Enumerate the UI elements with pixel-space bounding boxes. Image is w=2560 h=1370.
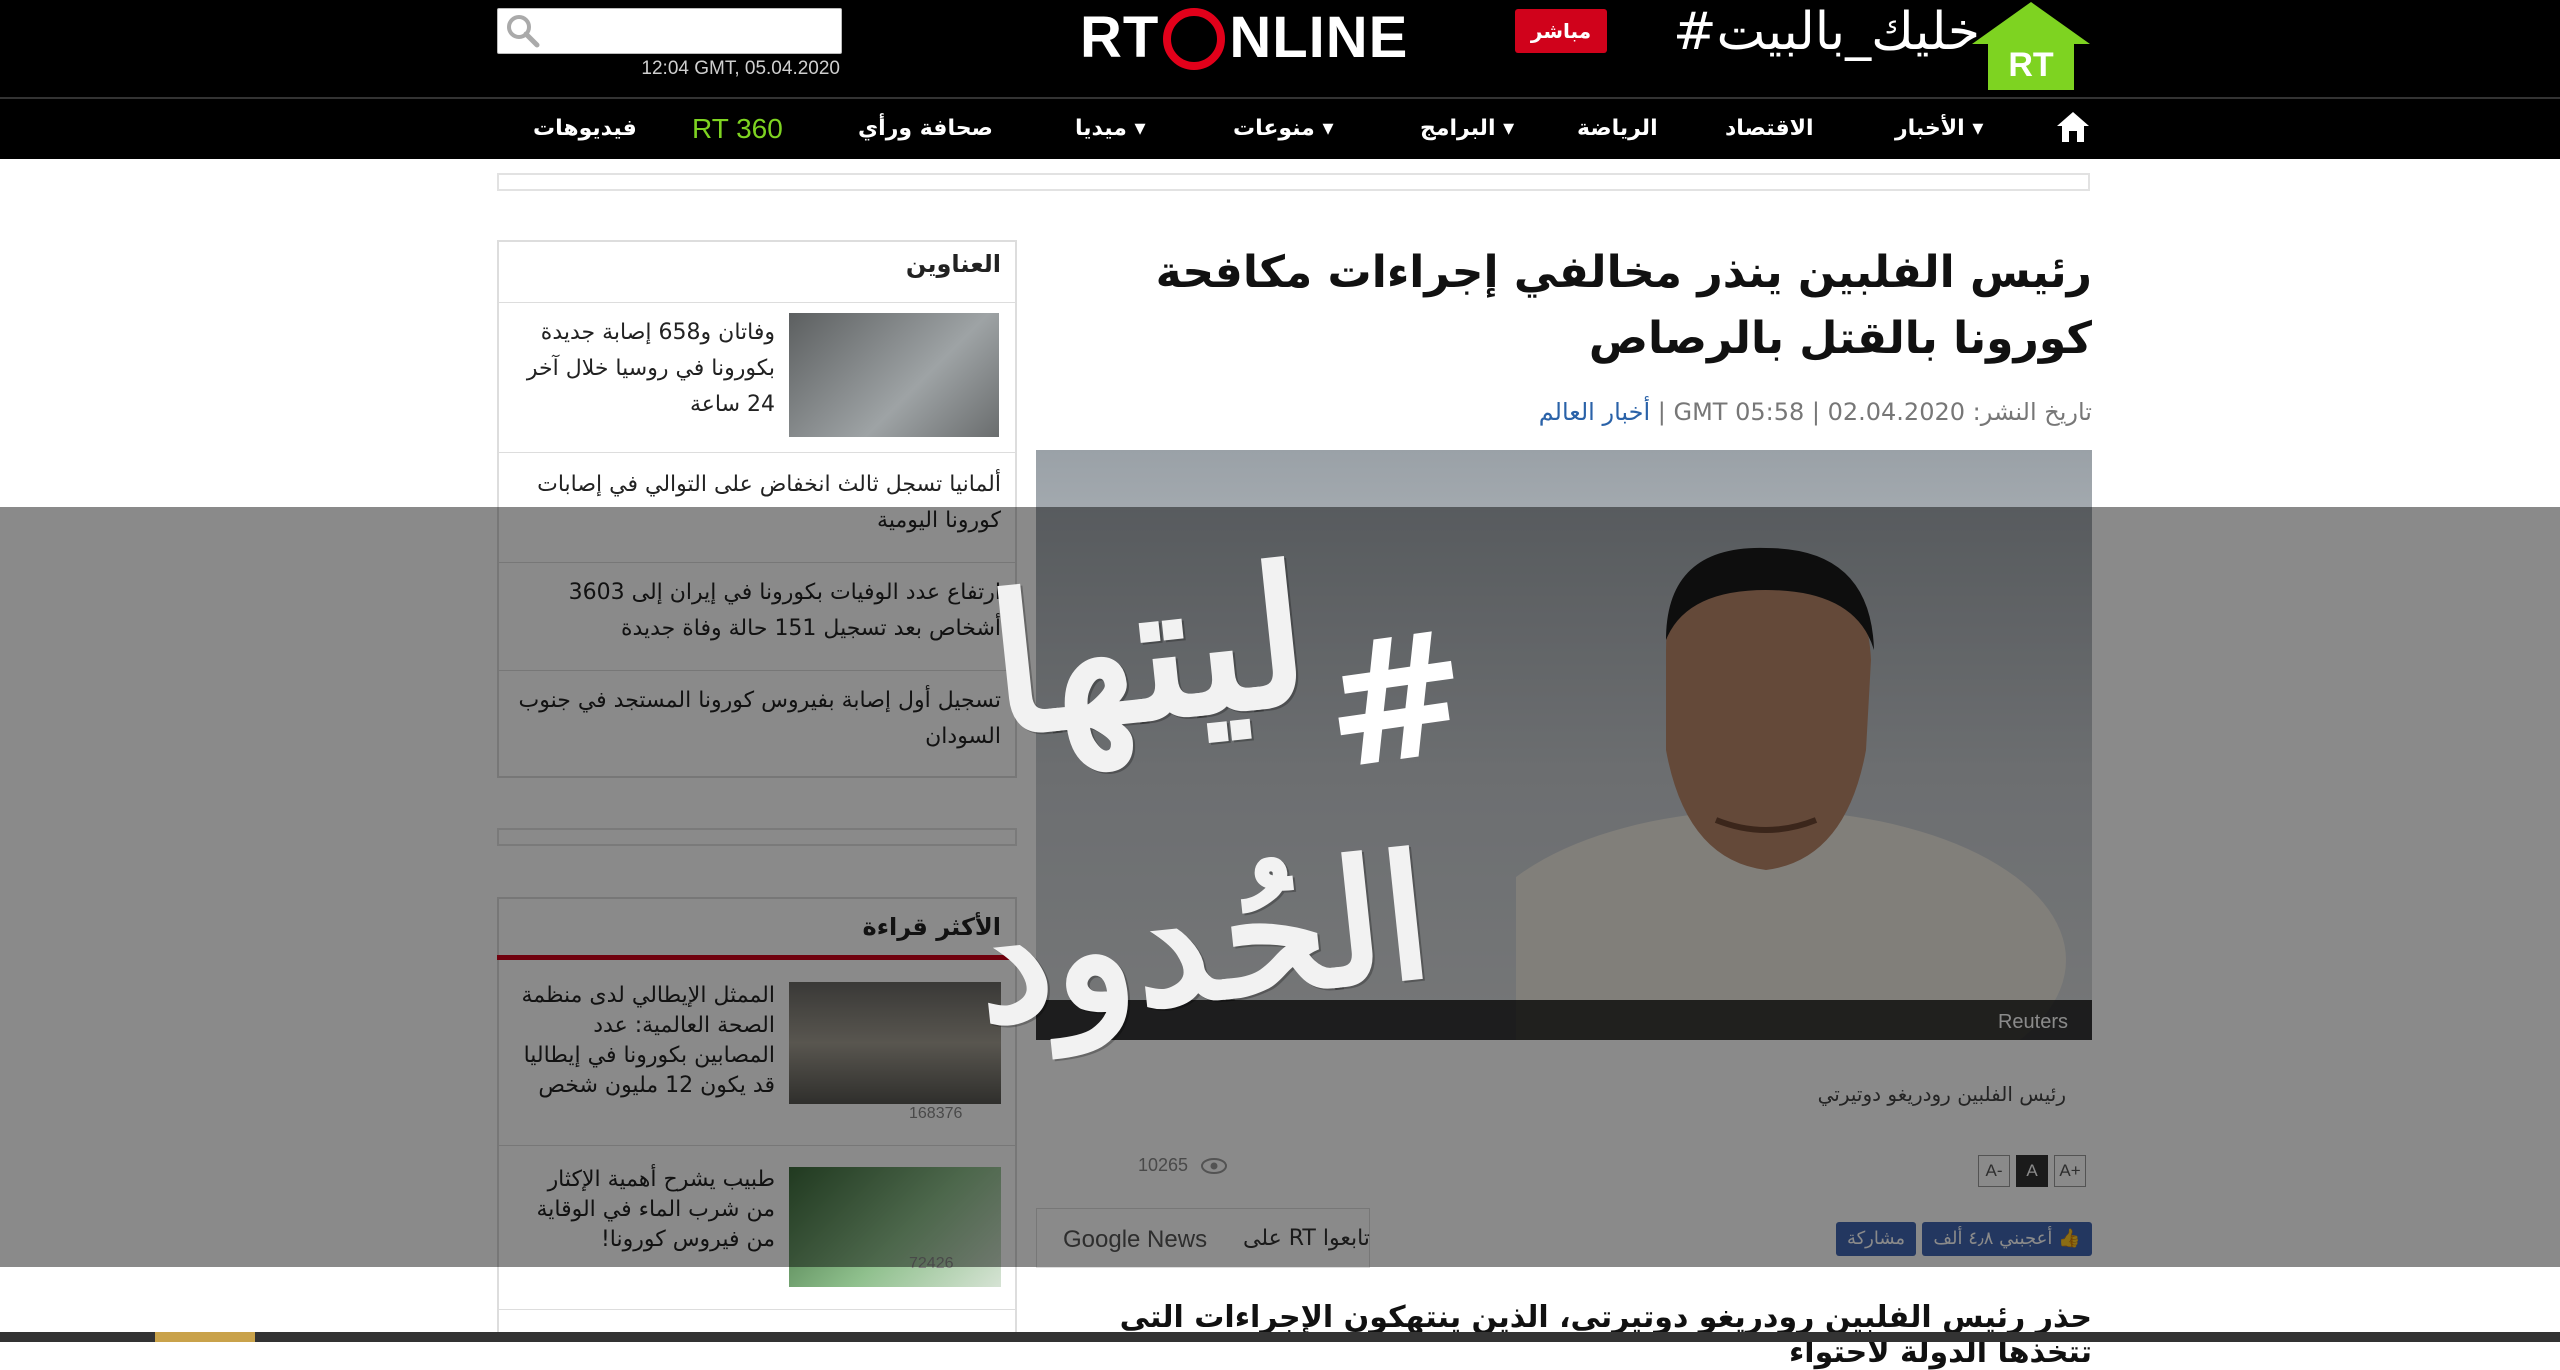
search-icon[interactable] <box>504 12 542 50</box>
main-nav: الأخبار ▾ الاقتصاد الرياضة البرامج ▾ منو… <box>0 97 2560 159</box>
rt-online-logo[interactable]: RT NLINE <box>1080 2 1408 72</box>
logo-ring-icon <box>1163 8 1226 70</box>
nav-news[interactable]: الأخبار ▾ <box>1895 99 1983 159</box>
nav-misc-label: منوعات <box>1233 116 1315 141</box>
overlay-word-1: ليتها <box>979 523 1319 780</box>
headline-thumbnail[interactable] <box>789 313 999 437</box>
category-link[interactable]: أخبار العالم <box>1539 398 1650 426</box>
nav-programs-label: البرامج <box>1420 116 1496 141</box>
article-meta: تاريخ النشر: 02.04.2020 | GMT 05:58 | أخ… <box>1200 398 2092 426</box>
article-headline: رئيس الفلبين ينذر مخالفي إجراءات مكافحة … <box>1155 247 2092 364</box>
home-icon[interactable] <box>2055 110 2091 144</box>
current-datetime: 12:04 GMT, 05.04.2020 <box>641 58 840 79</box>
logo-text-right: NLINE <box>1229 4 1409 70</box>
nav-misc[interactable]: منوعات ▾ <box>1233 99 1334 159</box>
bottom-bar-segment <box>155 1332 255 1342</box>
nav-media[interactable]: ميديا ▾ <box>1075 99 1146 159</box>
nav-economy[interactable]: الاقتصاد <box>1725 99 1814 159</box>
nav-opinion[interactable]: صحافة ورأي <box>858 99 993 159</box>
svg-text:RT: RT <box>2008 46 2054 84</box>
nav-news-label: الأخبار <box>1895 116 1965 141</box>
live-button[interactable]: مباشر <box>1515 9 1607 53</box>
search-input[interactable] <box>497 8 842 54</box>
headline-text[interactable]: وفاتان و658 إصابة جديدة بكورونا في روسيا… <box>525 315 775 423</box>
nav-media-label: ميديا <box>1075 116 1127 141</box>
nav-sports[interactable]: الرياضة <box>1577 99 1658 159</box>
nav-videos[interactable]: فيديوهات <box>533 99 637 159</box>
overlay-hashtag: # <box>1311 591 1481 809</box>
nav-programs[interactable]: البرامج ▾ <box>1420 99 1514 159</box>
ad-strip <box>497 173 2090 191</box>
headline-item[interactable]: وفاتان و658 إصابة جديدة بكورونا في روسيا… <box>499 302 1015 453</box>
rt-house-icon[interactable]: RT <box>1970 0 2092 92</box>
bottom-bar <box>0 1332 2560 1342</box>
publish-date: تاريخ النشر: 02.04.2020 | GMT 05:58 | <box>1657 398 2092 426</box>
divider <box>499 1309 1015 1310</box>
stay-home-hashtag[interactable]: #خليك_بالبيت <box>1650 0 1980 64</box>
logo-text-left: RT <box>1080 4 1160 70</box>
headlines-title: العناوين <box>905 250 1001 278</box>
nav-rt360[interactable]: RT 360 <box>692 99 783 159</box>
